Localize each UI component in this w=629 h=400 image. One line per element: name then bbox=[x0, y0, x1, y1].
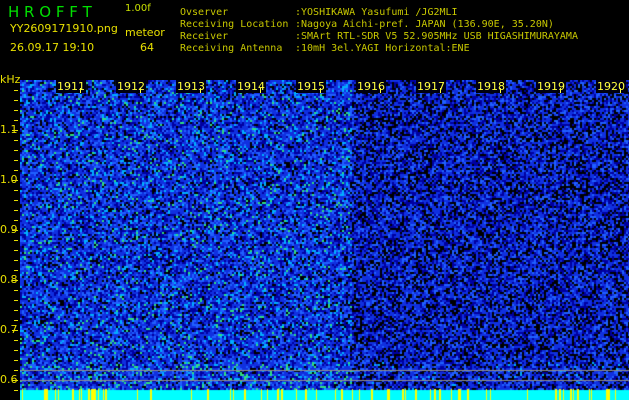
y-tick bbox=[14, 360, 18, 361]
y-tick bbox=[14, 370, 18, 371]
y-tick bbox=[14, 350, 18, 351]
y-tick bbox=[14, 270, 18, 271]
y-tick bbox=[14, 340, 18, 341]
info-value: :Nagoya Aichi-pref. JAPAN (136.90E, 35.2… bbox=[295, 19, 554, 30]
axis-unit: kHz bbox=[0, 73, 21, 86]
y-tick bbox=[14, 220, 18, 221]
minute-tick bbox=[200, 88, 201, 93]
datetime: 26.09.17 19:10 bbox=[10, 41, 95, 54]
minute-label: 1913 bbox=[176, 80, 206, 93]
y-tick bbox=[14, 140, 18, 141]
y-tick bbox=[14, 160, 18, 161]
minute-label: 1914 bbox=[236, 80, 266, 93]
y-tick bbox=[14, 170, 18, 171]
y-tick bbox=[14, 390, 18, 391]
meteor-count: 64 bbox=[140, 41, 154, 54]
y-tick bbox=[14, 320, 18, 321]
filename: YY2609171910.png bbox=[10, 22, 118, 35]
y-tick bbox=[12, 380, 18, 381]
y-tick bbox=[12, 330, 18, 331]
y-tick bbox=[14, 290, 18, 291]
minute-tick bbox=[140, 88, 141, 93]
y-tick bbox=[14, 190, 18, 191]
y-tick bbox=[12, 130, 18, 131]
minute-label: 1919 bbox=[536, 80, 566, 93]
y-tick bbox=[14, 250, 18, 251]
minute-label: 1916 bbox=[356, 80, 386, 93]
info-value: :SMArt RTL-SDR V5 52.905MHz USB HIGASHIM… bbox=[295, 31, 578, 42]
y-tick bbox=[14, 310, 18, 311]
minute-label: 1918 bbox=[476, 80, 506, 93]
y-tick bbox=[14, 200, 18, 201]
minute-tick bbox=[440, 88, 441, 93]
minute-tick bbox=[620, 88, 621, 93]
y-tick bbox=[12, 230, 18, 231]
minute-tick bbox=[80, 88, 81, 93]
info-label: Receiving Antenna bbox=[180, 43, 283, 54]
y-tick bbox=[14, 110, 18, 111]
minute-label: 1917 bbox=[416, 80, 446, 93]
info-value: :10mH 3el.YAGI Horizontal:ENE bbox=[295, 43, 470, 54]
minute-tick bbox=[380, 88, 381, 93]
y-tick bbox=[14, 100, 18, 101]
minute-label: 1912 bbox=[116, 80, 146, 93]
y-tick bbox=[14, 260, 18, 261]
mode-label: meteor bbox=[125, 26, 165, 39]
minute-label: 1911 bbox=[56, 80, 86, 93]
minute-label: 1915 bbox=[296, 80, 326, 93]
y-tick bbox=[12, 180, 18, 181]
minute-tick bbox=[260, 88, 261, 93]
info-label: Receiver bbox=[180, 31, 229, 42]
minute-tick bbox=[560, 88, 561, 93]
minute-tick bbox=[500, 88, 501, 93]
version: 1.00f bbox=[125, 3, 151, 14]
y-tick bbox=[14, 150, 18, 151]
minute-label: 1920 bbox=[596, 80, 626, 93]
y-tick bbox=[14, 90, 18, 91]
info-label: Ovserver bbox=[180, 7, 229, 18]
info-label: Receiving Location bbox=[180, 19, 289, 30]
app-logo: H R O F F T bbox=[8, 3, 92, 21]
y-tick bbox=[14, 210, 18, 211]
y-tick bbox=[14, 300, 18, 301]
spectrogram bbox=[20, 80, 629, 400]
y-tick bbox=[12, 280, 18, 281]
y-tick bbox=[14, 120, 18, 121]
info-value: :YOSHIKAWA Yasufumi /JG2MLI bbox=[295, 7, 458, 18]
y-tick bbox=[14, 240, 18, 241]
minute-tick bbox=[320, 88, 321, 93]
